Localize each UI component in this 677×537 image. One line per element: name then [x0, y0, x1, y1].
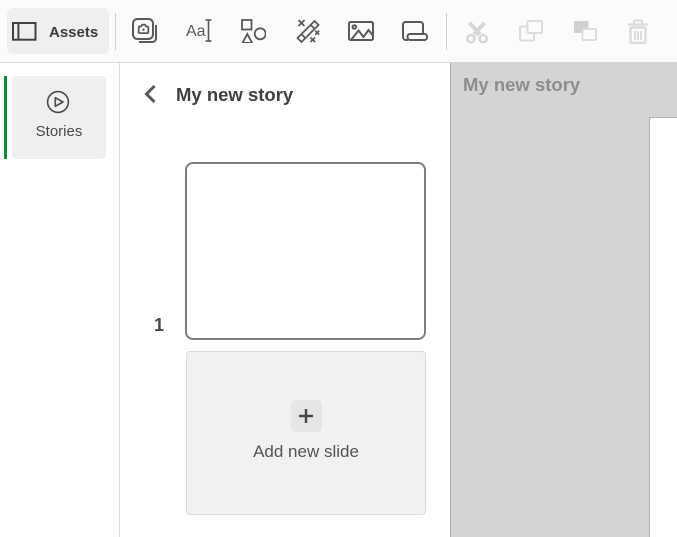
svg-text:Aa: Aa: [186, 23, 206, 40]
